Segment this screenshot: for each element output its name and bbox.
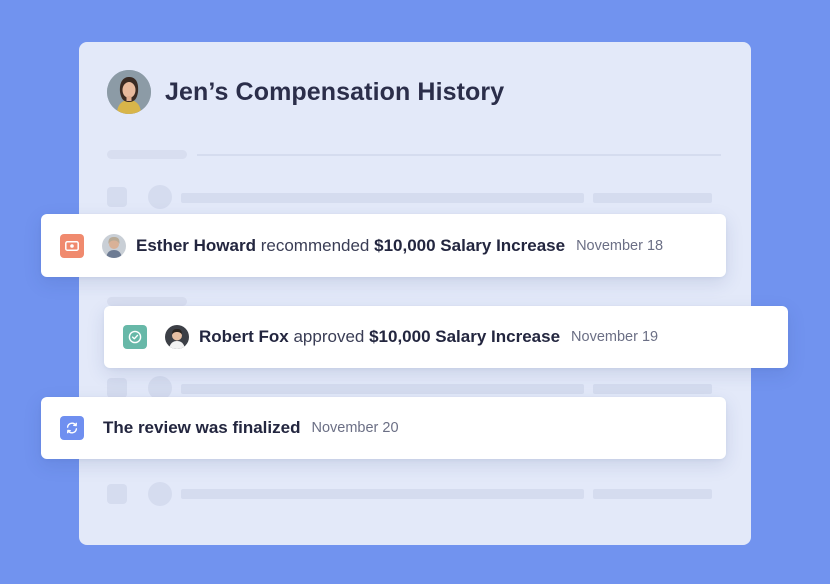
skeleton-bar	[593, 193, 712, 203]
skeleton-divider	[197, 154, 721, 156]
refresh-icon	[60, 416, 84, 440]
event-card-recommended: Esther Howard recommended $10,000 Salary…	[41, 214, 726, 277]
skeleton-tab	[107, 297, 187, 306]
skeleton-tab	[107, 150, 187, 159]
event-description: The review was finalized	[103, 417, 300, 439]
skeleton-checkbox	[107, 484, 127, 504]
skeleton-avatar	[148, 482, 172, 506]
skeleton-bar	[593, 489, 712, 499]
skeleton-avatar	[148, 185, 172, 209]
esther-howard-avatar	[102, 233, 126, 258]
check-circle-icon	[123, 325, 147, 349]
skeleton-bar	[181, 384, 584, 394]
skeleton-checkbox	[107, 187, 127, 207]
jen-avatar	[107, 70, 151, 114]
skeleton-checkbox	[107, 378, 127, 398]
event-date: November 19	[571, 329, 659, 345]
event-card-approved: Robert Fox approved $10,000 Salary Incre…	[104, 306, 788, 368]
money-icon	[60, 233, 84, 258]
event-summary: The review was finalized	[103, 418, 301, 437]
actor-name: Esther Howard	[136, 235, 256, 255]
event-verb: recommended	[260, 235, 370, 255]
event-subject: $10,000 Salary Increase	[374, 235, 566, 255]
event-description: Robert Fox approved $10,000 Salary Incre…	[199, 326, 560, 348]
event-description: Esther Howard recommended $10,000 Salary…	[136, 235, 565, 257]
compensation-history-panel	[79, 42, 751, 545]
actor-name: Robert Fox	[199, 327, 289, 346]
page-title: Jen’s Compensation History	[165, 78, 505, 106]
event-card-finalized: The review was finalized November 20	[41, 397, 726, 459]
robert-fox-avatar	[165, 325, 189, 349]
event-subject: $10,000 Salary Increase	[369, 327, 561, 346]
event-date: November 20	[311, 420, 399, 436]
skeleton-bar	[181, 489, 584, 499]
skeleton-bar	[593, 384, 712, 394]
event-date: November 18	[576, 237, 664, 254]
event-verb: approved	[293, 327, 365, 346]
skeleton-bar	[181, 193, 584, 203]
